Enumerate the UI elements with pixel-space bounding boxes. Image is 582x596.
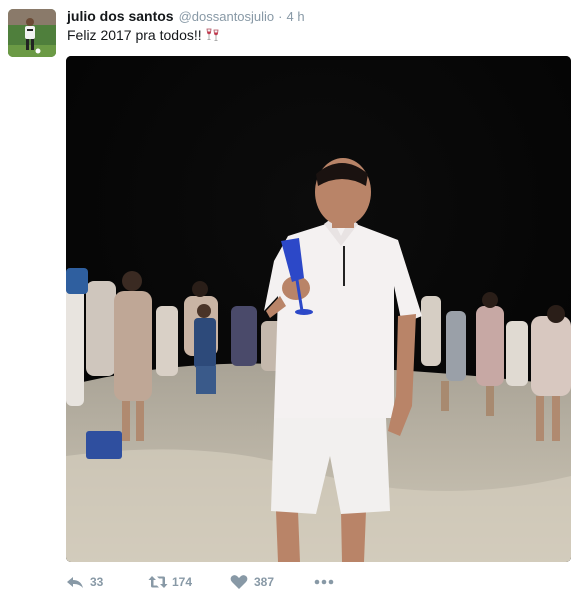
tweet-timestamp[interactable]: 4 h xyxy=(287,9,305,24)
photo-image xyxy=(66,56,571,562)
avatar-image xyxy=(8,9,56,57)
heart-icon xyxy=(230,574,248,590)
retweet-button[interactable]: 174 xyxy=(148,574,230,590)
tweet-header: julio dos santos @dossantosjulio · 4 h xyxy=(67,8,305,26)
tweet-card[interactable]: julio dos santos @dossantosjulio · 4 h F… xyxy=(0,0,582,596)
tweet-actions: 33 174 387 xyxy=(66,572,344,592)
more-button[interactable] xyxy=(314,574,344,590)
meta-separator: · xyxy=(278,9,283,24)
tweet-text-content: Feliz 2017 pra todos!! xyxy=(67,27,202,43)
avatar[interactable] xyxy=(8,9,56,57)
author-screen-name[interactable]: @dossantosjulio xyxy=(179,9,275,24)
retweet-icon xyxy=(148,574,168,590)
more-icon xyxy=(314,574,334,590)
reply-icon xyxy=(66,574,84,590)
like-count: 387 xyxy=(254,575,275,589)
tweet-text: Feliz 2017 pra todos!! xyxy=(67,27,221,43)
wine-glasses-icon xyxy=(205,27,221,43)
tweet-photo[interactable] xyxy=(66,56,571,562)
like-button[interactable]: 387 xyxy=(230,574,314,590)
reply-button[interactable]: 33 xyxy=(66,574,148,590)
author-fullname[interactable]: julio dos santos xyxy=(67,8,174,24)
retweet-count: 174 xyxy=(172,575,193,589)
reply-count: 33 xyxy=(90,575,104,589)
